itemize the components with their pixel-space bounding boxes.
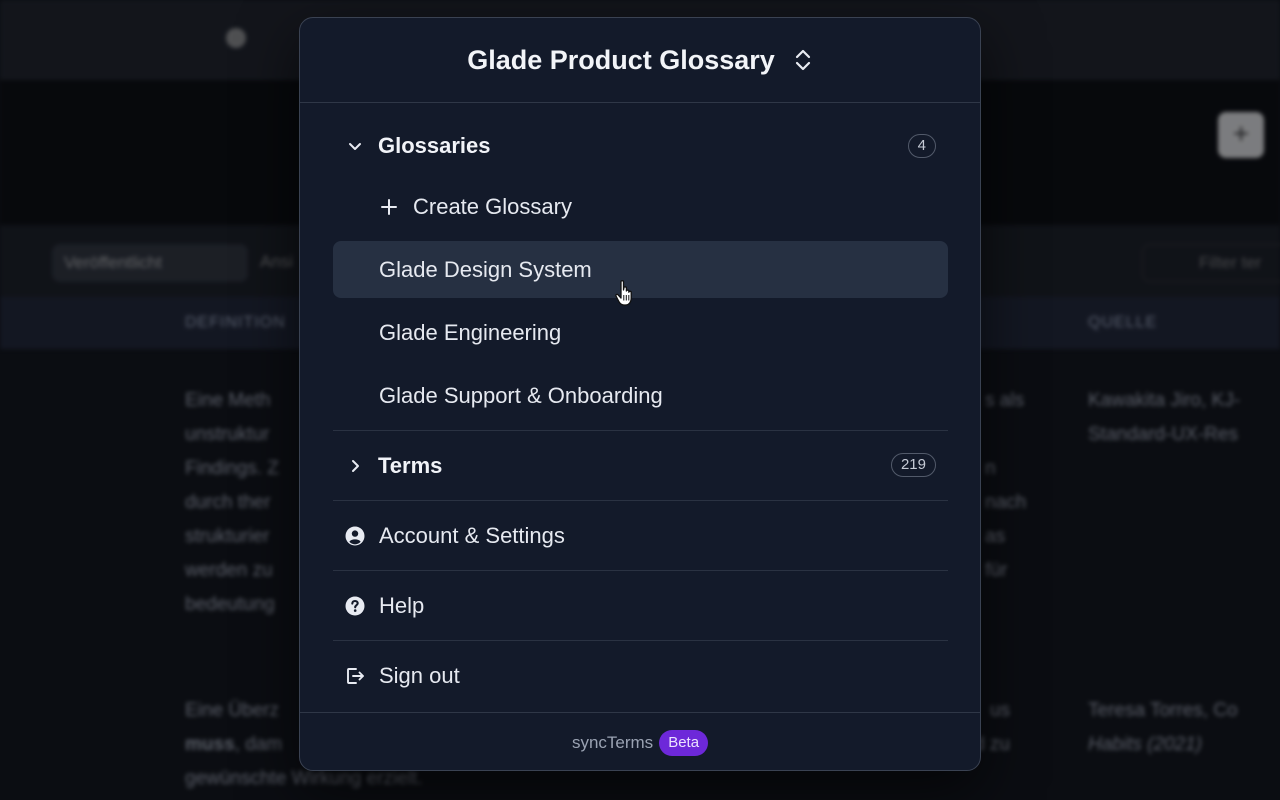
source-cell: Kawakita Jiro, KJ- Standard-UX-Res — [1088, 390, 1241, 445]
hand-pointer-icon — [614, 279, 638, 307]
column-header-definition: DEFINITION — [185, 314, 286, 331]
help-circle-icon — [345, 596, 365, 616]
glossary-item-design-system[interactable]: Glade Design System — [333, 241, 948, 298]
chevrons-up-down-icon — [793, 47, 813, 73]
source-cell: Teresa Torres, Co — [1088, 700, 1238, 721]
chevron-down-icon — [347, 138, 363, 154]
section-label: Glossaries — [378, 133, 491, 158]
section-terms[interactable]: Terms 219 — [333, 431, 948, 500]
help-label: Help — [379, 592, 425, 618]
create-glossary-label: Create Glossary — [413, 193, 572, 219]
theme-icon — [226, 28, 246, 48]
account-settings-label: Account & Settings — [379, 522, 565, 548]
search-input: Filter ter — [1142, 244, 1280, 282]
count-badge: 219 — [890, 453, 936, 477]
workspace-menu: Glade Product Glossary Glossaries 4 Crea… — [299, 17, 981, 771]
glossary-item-label: Glade Engineering — [379, 319, 562, 345]
status-filter-chip: Veröffentlicht — [52, 244, 248, 282]
source-cell: Habits (2021) — [1088, 734, 1203, 755]
workspace-title: Glade Product Glossary — [467, 44, 775, 75]
account-settings-button[interactable]: Account & Settings — [333, 501, 948, 570]
section-glossaries[interactable]: Glossaries 4 — [333, 120, 948, 172]
user-circle-icon — [345, 526, 365, 546]
workspace-switcher[interactable]: Glade Product Glossary — [300, 18, 980, 103]
chevron-right-icon — [347, 458, 363, 474]
panel-footer: syncTerms Beta — [300, 712, 980, 770]
definition-cell: muss, dam — [185, 734, 283, 755]
add-button: + — [1218, 112, 1264, 158]
sign-out-label: Sign out — [379, 662, 460, 688]
glossary-item-label: Glade Support & Onboarding — [379, 382, 663, 408]
middle-cell: s als n nach as für — [985, 390, 1027, 581]
definition-cell: Eine Überz — [185, 700, 279, 721]
help-button[interactable]: Help — [333, 571, 948, 640]
column-header-source: QUELLE — [1088, 314, 1158, 331]
sign-out-icon — [345, 666, 365, 686]
filter-next: Ansi — [260, 252, 294, 271]
create-glossary-button[interactable]: Create Glossary — [333, 178, 948, 235]
plus-icon — [379, 197, 399, 217]
glossary-item-support-onboarding[interactable]: Glade Support & Onboarding — [333, 367, 948, 424]
count-badge: 4 — [907, 134, 936, 158]
sign-out-button[interactable]: Sign out — [333, 641, 948, 710]
section-label: Terms — [378, 452, 443, 478]
brand-name: syncTerms — [571, 732, 654, 752]
beta-badge: Beta — [659, 729, 709, 756]
definition-cell: Eine Meth unstruktur Findings. Z durch t… — [185, 390, 279, 615]
menu-list: Glossaries 4 Create Glossary Glade Desig… — [333, 120, 948, 710]
glossary-item-engineering[interactable]: Glade Engineering — [333, 304, 948, 361]
glossary-item-label: Glade Design System — [379, 256, 592, 282]
